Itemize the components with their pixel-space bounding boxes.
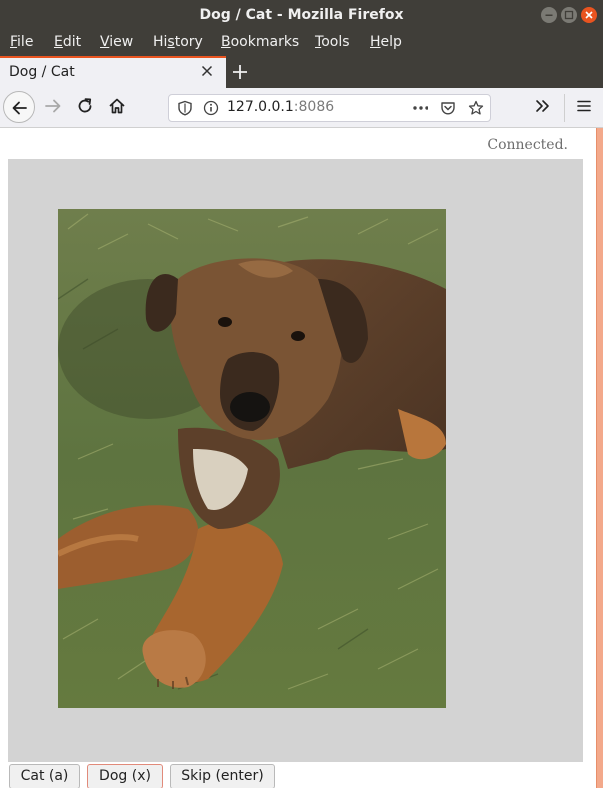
- hamburger-menu-icon[interactable]: [574, 96, 594, 116]
- window-titlebar: Dog / Cat - Mozilla Firefox: [0, 0, 603, 30]
- overflow-chevron-icon[interactable]: [533, 96, 553, 116]
- forward-arrow-icon[interactable]: [43, 96, 63, 116]
- bookmark-star-icon[interactable]: [468, 100, 484, 116]
- dog-photo: [58, 209, 446, 708]
- minimize-icon: [545, 14, 553, 16]
- url-text[interactable]: 127.0.0.1:8086: [227, 99, 334, 115]
- nav-toolbar: 127.0.0.1:8086: [0, 88, 603, 128]
- toolbar-separator: [564, 94, 565, 122]
- menu-view[interactable]: View: [100, 34, 133, 50]
- close-window-button[interactable]: [581, 7, 597, 23]
- image-panel: [8, 159, 583, 762]
- close-icon: [585, 11, 593, 19]
- menu-bar: File Edit View History Bookmarks Tools H…: [0, 30, 603, 56]
- menu-bookmarks[interactable]: Bookmarks: [221, 34, 299, 50]
- info-icon[interactable]: [203, 100, 219, 116]
- reload-icon[interactable]: [75, 96, 95, 116]
- tab-dog-cat[interactable]: Dog / Cat: [0, 56, 226, 88]
- page-scrollbar[interactable]: [596, 128, 603, 788]
- url-bar[interactable]: 127.0.0.1:8086: [168, 94, 491, 122]
- menu-file[interactable]: File: [10, 34, 33, 50]
- minimize-button[interactable]: [541, 7, 557, 23]
- skip-button[interactable]: Skip (enter): [170, 764, 275, 788]
- window-title: Dog / Cat - Mozilla Firefox: [199, 7, 404, 23]
- back-arrow-icon: [12, 101, 27, 115]
- new-tab-icon[interactable]: [230, 62, 250, 82]
- menu-tools[interactable]: Tools: [315, 34, 350, 50]
- tab-strip: Dog / Cat: [0, 56, 603, 88]
- pocket-icon[interactable]: [440, 100, 456, 116]
- page-actions-icon[interactable]: [412, 100, 428, 116]
- back-button[interactable]: [3, 91, 35, 123]
- maximize-button[interactable]: [561, 7, 577, 23]
- maximize-icon: [564, 10, 574, 20]
- menu-help[interactable]: Help: [370, 34, 402, 50]
- tab-title: Dog / Cat: [9, 64, 75, 80]
- dog-button[interactable]: Dog (x): [87, 764, 163, 788]
- home-icon[interactable]: [107, 96, 127, 116]
- menu-history[interactable]: History: [153, 34, 203, 50]
- tab-close-icon[interactable]: [199, 63, 215, 79]
- shield-icon[interactable]: [177, 100, 193, 116]
- page-content: Connected. Cat (a) Dog (x) Skip (enter): [0, 128, 603, 788]
- connection-status: Connected.: [487, 137, 568, 153]
- menu-edit[interactable]: Edit: [54, 34, 81, 50]
- cat-button[interactable]: Cat (a): [9, 764, 80, 788]
